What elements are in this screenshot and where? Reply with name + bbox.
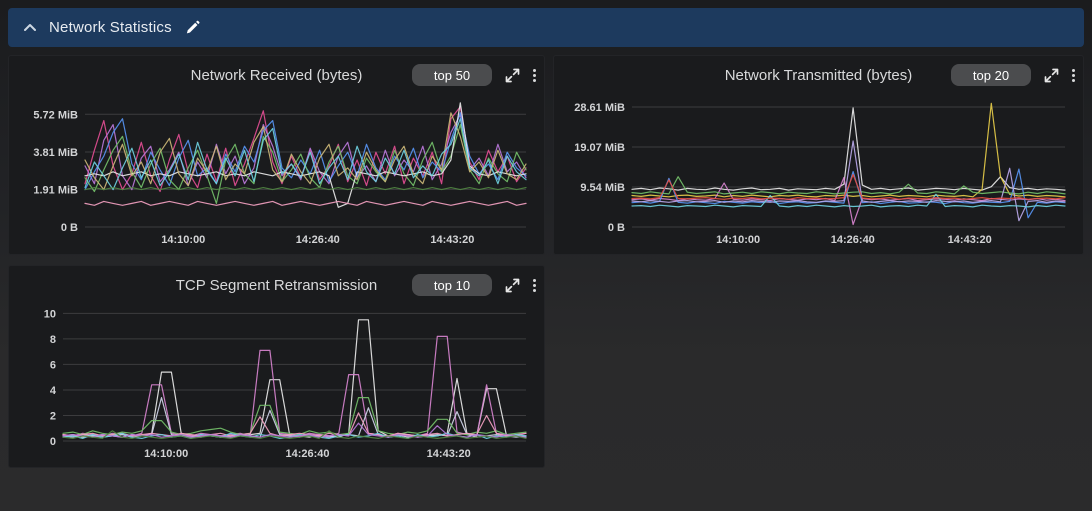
y-tick-label: 3.81 MiB	[33, 147, 78, 159]
kebab-menu-icon[interactable]	[1072, 68, 1075, 82]
y-tick-label: 2	[50, 411, 56, 423]
y-tick-label: 0 B	[608, 222, 625, 234]
panel-header: TCP Segment Retransmission	[17, 271, 536, 299]
y-tick-label: 1.91 MiB	[33, 184, 78, 196]
panel-header: Network Transmitted (bytes)	[562, 61, 1075, 89]
top-n-input[interactable]	[412, 64, 492, 86]
chevron-up-icon[interactable]	[24, 23, 36, 32]
y-tick-label: 28.61 MiB	[574, 102, 625, 114]
x-tick-label: 14:26:40	[285, 448, 329, 460]
top-n-input[interactable]	[951, 64, 1031, 86]
kebab-menu-icon[interactable]	[533, 278, 536, 292]
x-tick-label: 14:26:40	[296, 234, 340, 246]
y-tick-label: 9.54 MiB	[580, 182, 625, 194]
dashboard-grid: Network Received (bytes) 0 B 1.91 MiB 3.81…	[8, 55, 1084, 468]
y-tick-label: 10	[44, 308, 56, 320]
y-tick-label: 4	[50, 385, 57, 397]
expand-icon[interactable]	[505, 68, 520, 83]
panel-tcp-retransmission: TCP Segment Retransmission 0 2 4 6 8 10 14:10:…	[8, 265, 545, 468]
panel-network-transmitted: Network Transmitted (bytes) 0 B 9.54 MiB 1…	[553, 55, 1084, 255]
series-line	[62, 335, 527, 437]
x-tick-label: 14:10:00	[161, 234, 205, 246]
row-title: Network Statistics	[49, 19, 172, 36]
expand-icon[interactable]	[505, 278, 520, 293]
series-line	[631, 140, 1066, 222]
network-transmitted-chart[interactable]: 0 B 9.54 MiB 19.07 MiB 28.61 MiB 14:10:00 14:…	[562, 89, 1075, 249]
y-tick-label: 8	[50, 334, 56, 346]
x-tick-label: 14:43:20	[430, 234, 474, 246]
series-line	[631, 107, 1066, 191]
y-tick-label: 0 B	[61, 222, 78, 234]
expand-icon[interactable]	[1044, 68, 1059, 83]
series-line	[62, 319, 527, 438]
row-header-network-statistics[interactable]: Network Statistics	[8, 8, 1084, 47]
x-tick-label: 14:10:00	[144, 448, 188, 460]
panel-header: Network Received (bytes)	[17, 61, 536, 89]
top-n-input[interactable]	[412, 274, 492, 296]
x-tick-label: 14:10:00	[716, 234, 760, 246]
y-tick-label: 6	[50, 359, 56, 371]
panel-network-received: Network Received (bytes) 0 B 1.91 MiB 3.81…	[8, 55, 545, 255]
dashboard-page: Network Statistics Network Received (byt…	[0, 0, 1092, 476]
edit-pencil-icon[interactable]	[185, 20, 200, 35]
kebab-menu-icon[interactable]	[533, 68, 536, 82]
tcp-retransmission-chart[interactable]: 0 2 4 6 8 10 14:10:00 14:26:40 14:43:20	[17, 299, 536, 463]
x-tick-label: 14:43:20	[948, 234, 992, 246]
x-tick-label: 14:43:20	[427, 448, 471, 460]
series-line	[84, 200, 527, 206]
network-received-chart[interactable]: 0 B 1.91 MiB 3.81 MiB 5.72 MiB 14:10:00 14:26…	[17, 89, 536, 249]
y-tick-label: 0	[50, 436, 56, 448]
y-tick-label: 5.72 MiB	[33, 109, 78, 121]
x-tick-label: 14:26:40	[831, 234, 875, 246]
y-tick-label: 19.07 MiB	[574, 142, 625, 154]
